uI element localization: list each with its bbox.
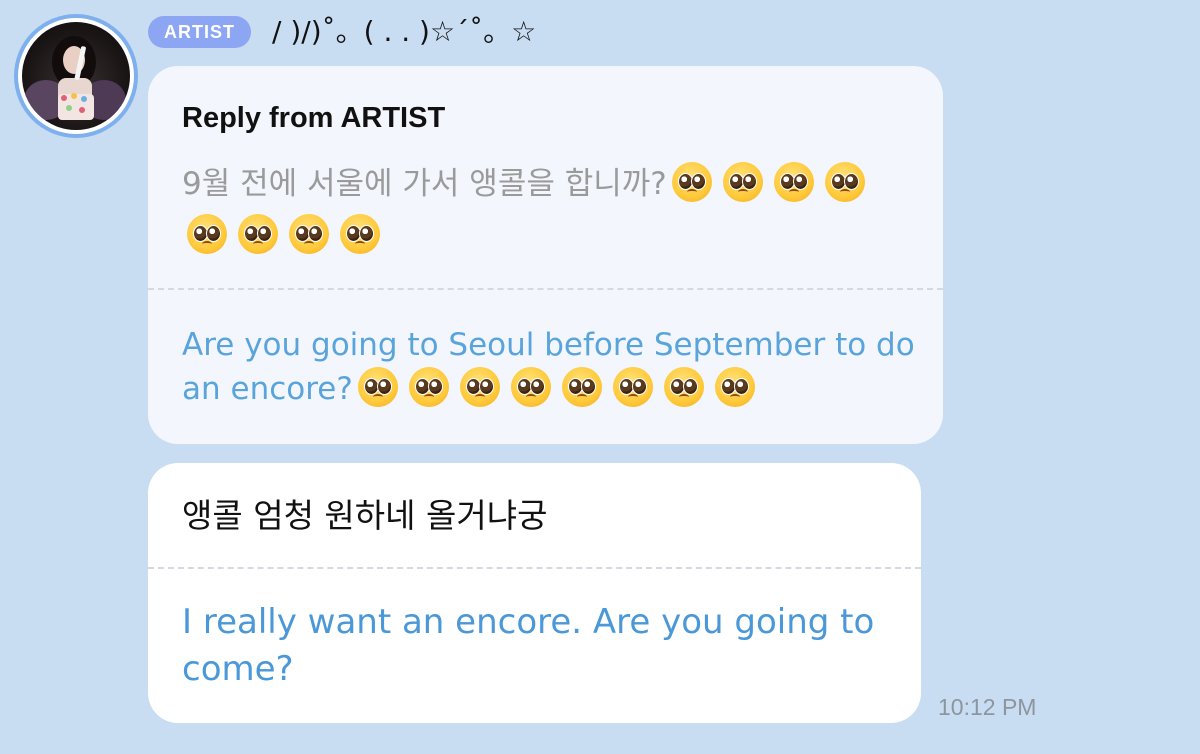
sender-name: / )/)˚。( . . )☆´˚。☆ <box>272 15 537 48</box>
reply-original-text-block: 9월 전에 서울에 가서 앵콜을 합니까? <box>182 158 912 262</box>
message-divider <box>148 567 921 569</box>
message-translation-text: I really want an encore. Are you going t… <box>182 602 875 689</box>
pleading-face-emoji-icon <box>714 367 755 407</box>
pleading-face-emoji-icon <box>459 367 500 407</box>
reply-quote-card[interactable]: Reply from ARTIST 9월 전에 서울에 가서 앵콜을 합니까? … <box>148 66 943 444</box>
pleading-face-emoji-icon <box>510 367 551 407</box>
pleading-face-emoji-icon <box>824 162 865 202</box>
message-bubble[interactable]: 앵콜 엄청 원하네 올거냐궁 I really want an encore. … <box>148 463 921 723</box>
pleading-face-emoji-icon <box>773 162 814 202</box>
reply-original-text: 9월 전에 서울에 가서 앵콜을 합니까? <box>182 166 667 202</box>
message-original-text: 앵콜 엄청 원하네 올거냐궁 <box>182 496 548 535</box>
avatar[interactable] <box>14 14 138 138</box>
pleading-face-emoji-icon <box>289 214 329 254</box>
artist-avatar-photo <box>18 18 134 134</box>
reply-title: Reply from ARTIST <box>182 102 446 134</box>
pleading-face-emoji-icon <box>408 367 449 407</box>
pleading-face-emoji-icon <box>671 162 712 202</box>
pleading-face-emoji-icon <box>722 162 763 202</box>
pleading-face-emoji-icon <box>663 367 704 407</box>
pleading-face-emoji-icon <box>340 214 380 254</box>
pleading-face-emoji-icon <box>187 214 227 254</box>
pleading-face-emoji-icon <box>612 367 653 407</box>
artist-badge: ARTIST <box>148 16 251 48</box>
message-timestamp: 10:12 PM <box>938 694 1037 720</box>
reply-divider <box>148 288 943 290</box>
pleading-face-emoji-icon <box>561 367 602 407</box>
pleading-face-emoji-icon <box>357 367 398 407</box>
reply-translation-block: Are you going to Seoul before September … <box>182 324 922 411</box>
pleading-face-emoji-icon <box>238 214 278 254</box>
